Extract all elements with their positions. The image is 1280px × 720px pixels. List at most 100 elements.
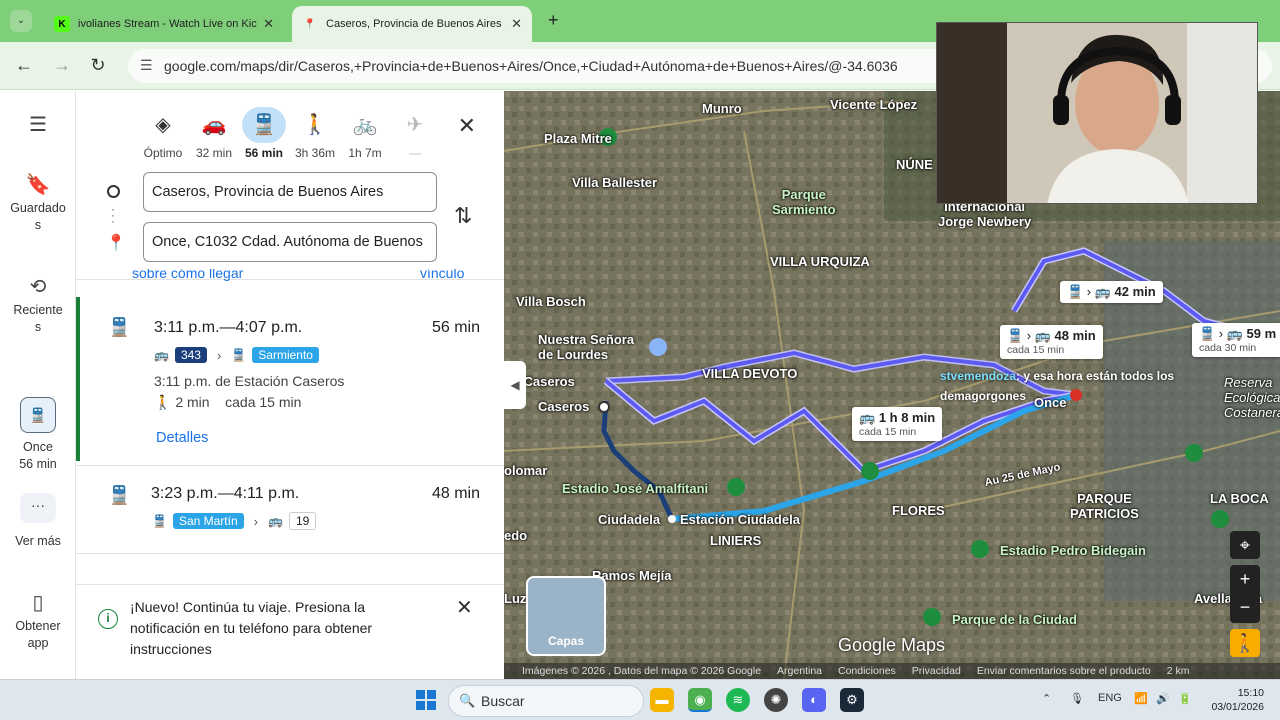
zoom-in-icon[interactable]: + <box>1230 565 1260 593</box>
callout-frequency: cada 30 min <box>1199 342 1257 354</box>
steam-icon[interactable]: ⚙ <box>840 688 864 712</box>
recent-trip-button[interactable]: 🚆 Once 56 min <box>0 397 76 473</box>
origin-input[interactable]: Caseros, Provincia de Buenos Aires <box>143 172 437 212</box>
rail-label: Obtener app <box>15 619 61 650</box>
new-feature-notice: i ¡Nuevo! Continúa tu viaje. Presiona la… <box>76 584 504 679</box>
line-chip: Sarmiento <box>252 347 319 363</box>
feedback-link[interactable]: Enviar comentarios sobre el producto <box>977 665 1151 677</box>
map-label: NÚNE <box>896 157 933 172</box>
more-icon: ··· <box>20 493 56 523</box>
taskbar-search[interactable]: 🔍 Buscar <box>448 685 644 717</box>
discord-icon[interactable]: ◐ <box>802 688 826 712</box>
bus-icon: 🚌 <box>268 514 283 528</box>
map-label: LINIERS <box>710 533 762 548</box>
origin-dot-icon <box>107 185 120 198</box>
bookmark-icon: 🔖 <box>25 174 51 196</box>
chrome-icon[interactable]: ◉ <box>688 688 712 712</box>
side-rail: ☰ 🔖 Guardado s ⟲ Reciente s 🚆 Once 56 min ·… <box>0 91 76 679</box>
url-text: google.com/maps/dir/Caseros,+Provincia+d… <box>164 58 898 74</box>
saved-button[interactable]: 🔖 Guardado s <box>0 174 76 234</box>
mode-bike[interactable]: 🚲 1h 7m <box>340 107 390 160</box>
callout-time: 1 h 8 min <box>878 410 936 425</box>
my-location-icon[interactable]: ⌖ <box>1230 531 1260 559</box>
phone-icon: ▯ <box>32 592 44 614</box>
rail-label: Guardado s <box>10 201 66 232</box>
reload-icon[interactable]: ↻ <box>86 55 110 76</box>
forward-icon[interactable]: → <box>50 55 74 76</box>
map-label: Estación Ciudadela <box>680 512 800 527</box>
more-button[interactable]: ··· Ver más <box>0 493 76 550</box>
close-directions-icon[interactable]: ✕ <box>458 113 476 139</box>
tray-chevron-icon[interactable]: ⌃ <box>1042 692 1051 705</box>
get-app-button[interactable]: ▯ Obtener app <box>0 592 76 652</box>
mode-walk[interactable]: 🚶 3h 36m <box>290 107 340 160</box>
map-label: VILLA URQUIZA <box>770 254 870 269</box>
route-callout[interactable]: 🚌 1 h 8 min cada 15 min <box>852 407 943 441</box>
country-link[interactable]: Argentina <box>777 665 822 677</box>
privacy-link[interactable]: Privacidad <box>912 665 961 677</box>
clipped-header-links: sobre cómo llegar vínculo <box>132 269 492 289</box>
chatgpt-icon[interactable]: ✺ <box>764 688 788 712</box>
wifi-icon[interactable]: 📶 <box>1134 692 1148 705</box>
search-icon: 🔍 <box>459 693 476 708</box>
map-label: FLORES <box>892 503 945 518</box>
tab-search-button[interactable]: ⌄ <box>10 10 32 32</box>
tab-kick[interactable]: K ivolianes Stream - Watch Live on Kick … <box>44 6 284 42</box>
callout-frequency: cada 15 min <box>859 426 917 438</box>
tab-maps[interactable]: 📍 Caseros, Provincia de Buenos Aires a O… <box>292 6 532 42</box>
battery-icon[interactable]: 🔋 <box>1178 692 1192 705</box>
callout-time: 42 min <box>1114 284 1156 299</box>
info-icon: i <box>98 609 118 629</box>
site-info-icon[interactable]: ☰ <box>140 57 153 74</box>
map-label: Caseros <box>538 399 590 414</box>
close-tab-icon[interactable]: ✕ <box>511 16 522 32</box>
destination-input[interactable]: Once, C1032 Cdad. Autónoma de Buenos <box>143 222 437 262</box>
flight-icon: ✈ <box>406 114 424 136</box>
stream-chat-overlay: stvemendoza: y esa hora están todos los … <box>940 366 1240 406</box>
route-callout[interactable]: 🚆 › 🚌 48 min cada 15 min <box>1000 325 1103 359</box>
zoom-out-icon[interactable]: − <box>1230 593 1260 621</box>
mode-label: 3h 36m <box>294 146 336 160</box>
route-option-1[interactable]: 🚆 3:11 p.m.—4:07 p.m. 56 min 🚌 343 › 🚆 S… <box>76 297 504 461</box>
taskbar-clock[interactable]: 15:10 03/01/2026 <box>1198 686 1264 714</box>
close-tab-icon[interactable]: ✕ <box>263 16 274 32</box>
file-explorer-icon[interactable]: ▬ <box>650 688 674 712</box>
volume-icon[interactable]: 🔊 <box>1156 692 1170 705</box>
microphone-icon[interactable]: 🎙 <box>1070 692 1084 705</box>
transit-icon: 🚆 <box>108 485 131 505</box>
spotify-icon[interactable]: ≋ <box>726 688 750 712</box>
map-label: Luz <box>504 591 527 606</box>
recent-button[interactable]: ⟲ Reciente s <box>0 277 76 336</box>
route-callout[interactable]: 🚆 › 🚌 59 m cada 30 min <box>1192 323 1280 357</box>
close-notice-icon[interactable]: ✕ <box>456 595 473 620</box>
back-icon[interactable]: ← <box>12 55 36 76</box>
layers-button[interactable]: Capas <box>526 576 606 656</box>
street-view-pegman-icon[interactable]: 🚶 <box>1230 629 1260 657</box>
route-dots-icon: · · · <box>111 202 115 228</box>
swap-icon[interactable]: ⇅ <box>454 203 472 229</box>
route-callout[interactable]: 🚆 › 🚌 42 min <box>1060 281 1163 303</box>
transit-icon: 🚆 <box>108 317 131 337</box>
route-option-2[interactable]: 🚆 3:23 p.m.—4:11 p.m. 48 min 🚆 San Martí… <box>76 481 504 561</box>
collapse-panel-button[interactable]: ◀ <box>504 361 526 409</box>
link-link[interactable]: vínculo <box>420 269 464 281</box>
chevron-right-icon: › <box>253 513 258 529</box>
mode-transit[interactable]: 🚆 56 min <box>239 107 289 160</box>
new-tab-button[interactable]: + <box>548 10 559 31</box>
walk-info: 🚶 2 min cada 15 min <box>154 394 302 410</box>
attribution-text: Imágenes © 2026 , Datos del mapa © 2026 … <box>522 665 762 677</box>
scale-label: 2 km <box>1166 665 1190 677</box>
line-chip: 343 <box>174 347 207 363</box>
mode-best[interactable]: ◈ Óptimo <box>138 107 188 160</box>
mode-flight[interactable]: ✈ — <box>390 107 440 160</box>
zoom-controls: + − <box>1230 565 1260 623</box>
menu-button[interactable]: ☰ <box>0 115 76 140</box>
details-link[interactable]: Detalles <box>156 430 208 446</box>
windows-start-icon[interactable] <box>416 690 436 710</box>
how-to-link[interactable]: sobre cómo llegar <box>132 269 243 281</box>
terms-link[interactable]: Condiciones <box>838 665 896 677</box>
callout-time: 48 min <box>1054 328 1096 343</box>
language-indicator[interactable]: ENG <box>1098 692 1122 704</box>
mode-car[interactable]: 🚗 32 min <box>189 107 239 160</box>
mode-label: Óptimo <box>143 146 183 160</box>
